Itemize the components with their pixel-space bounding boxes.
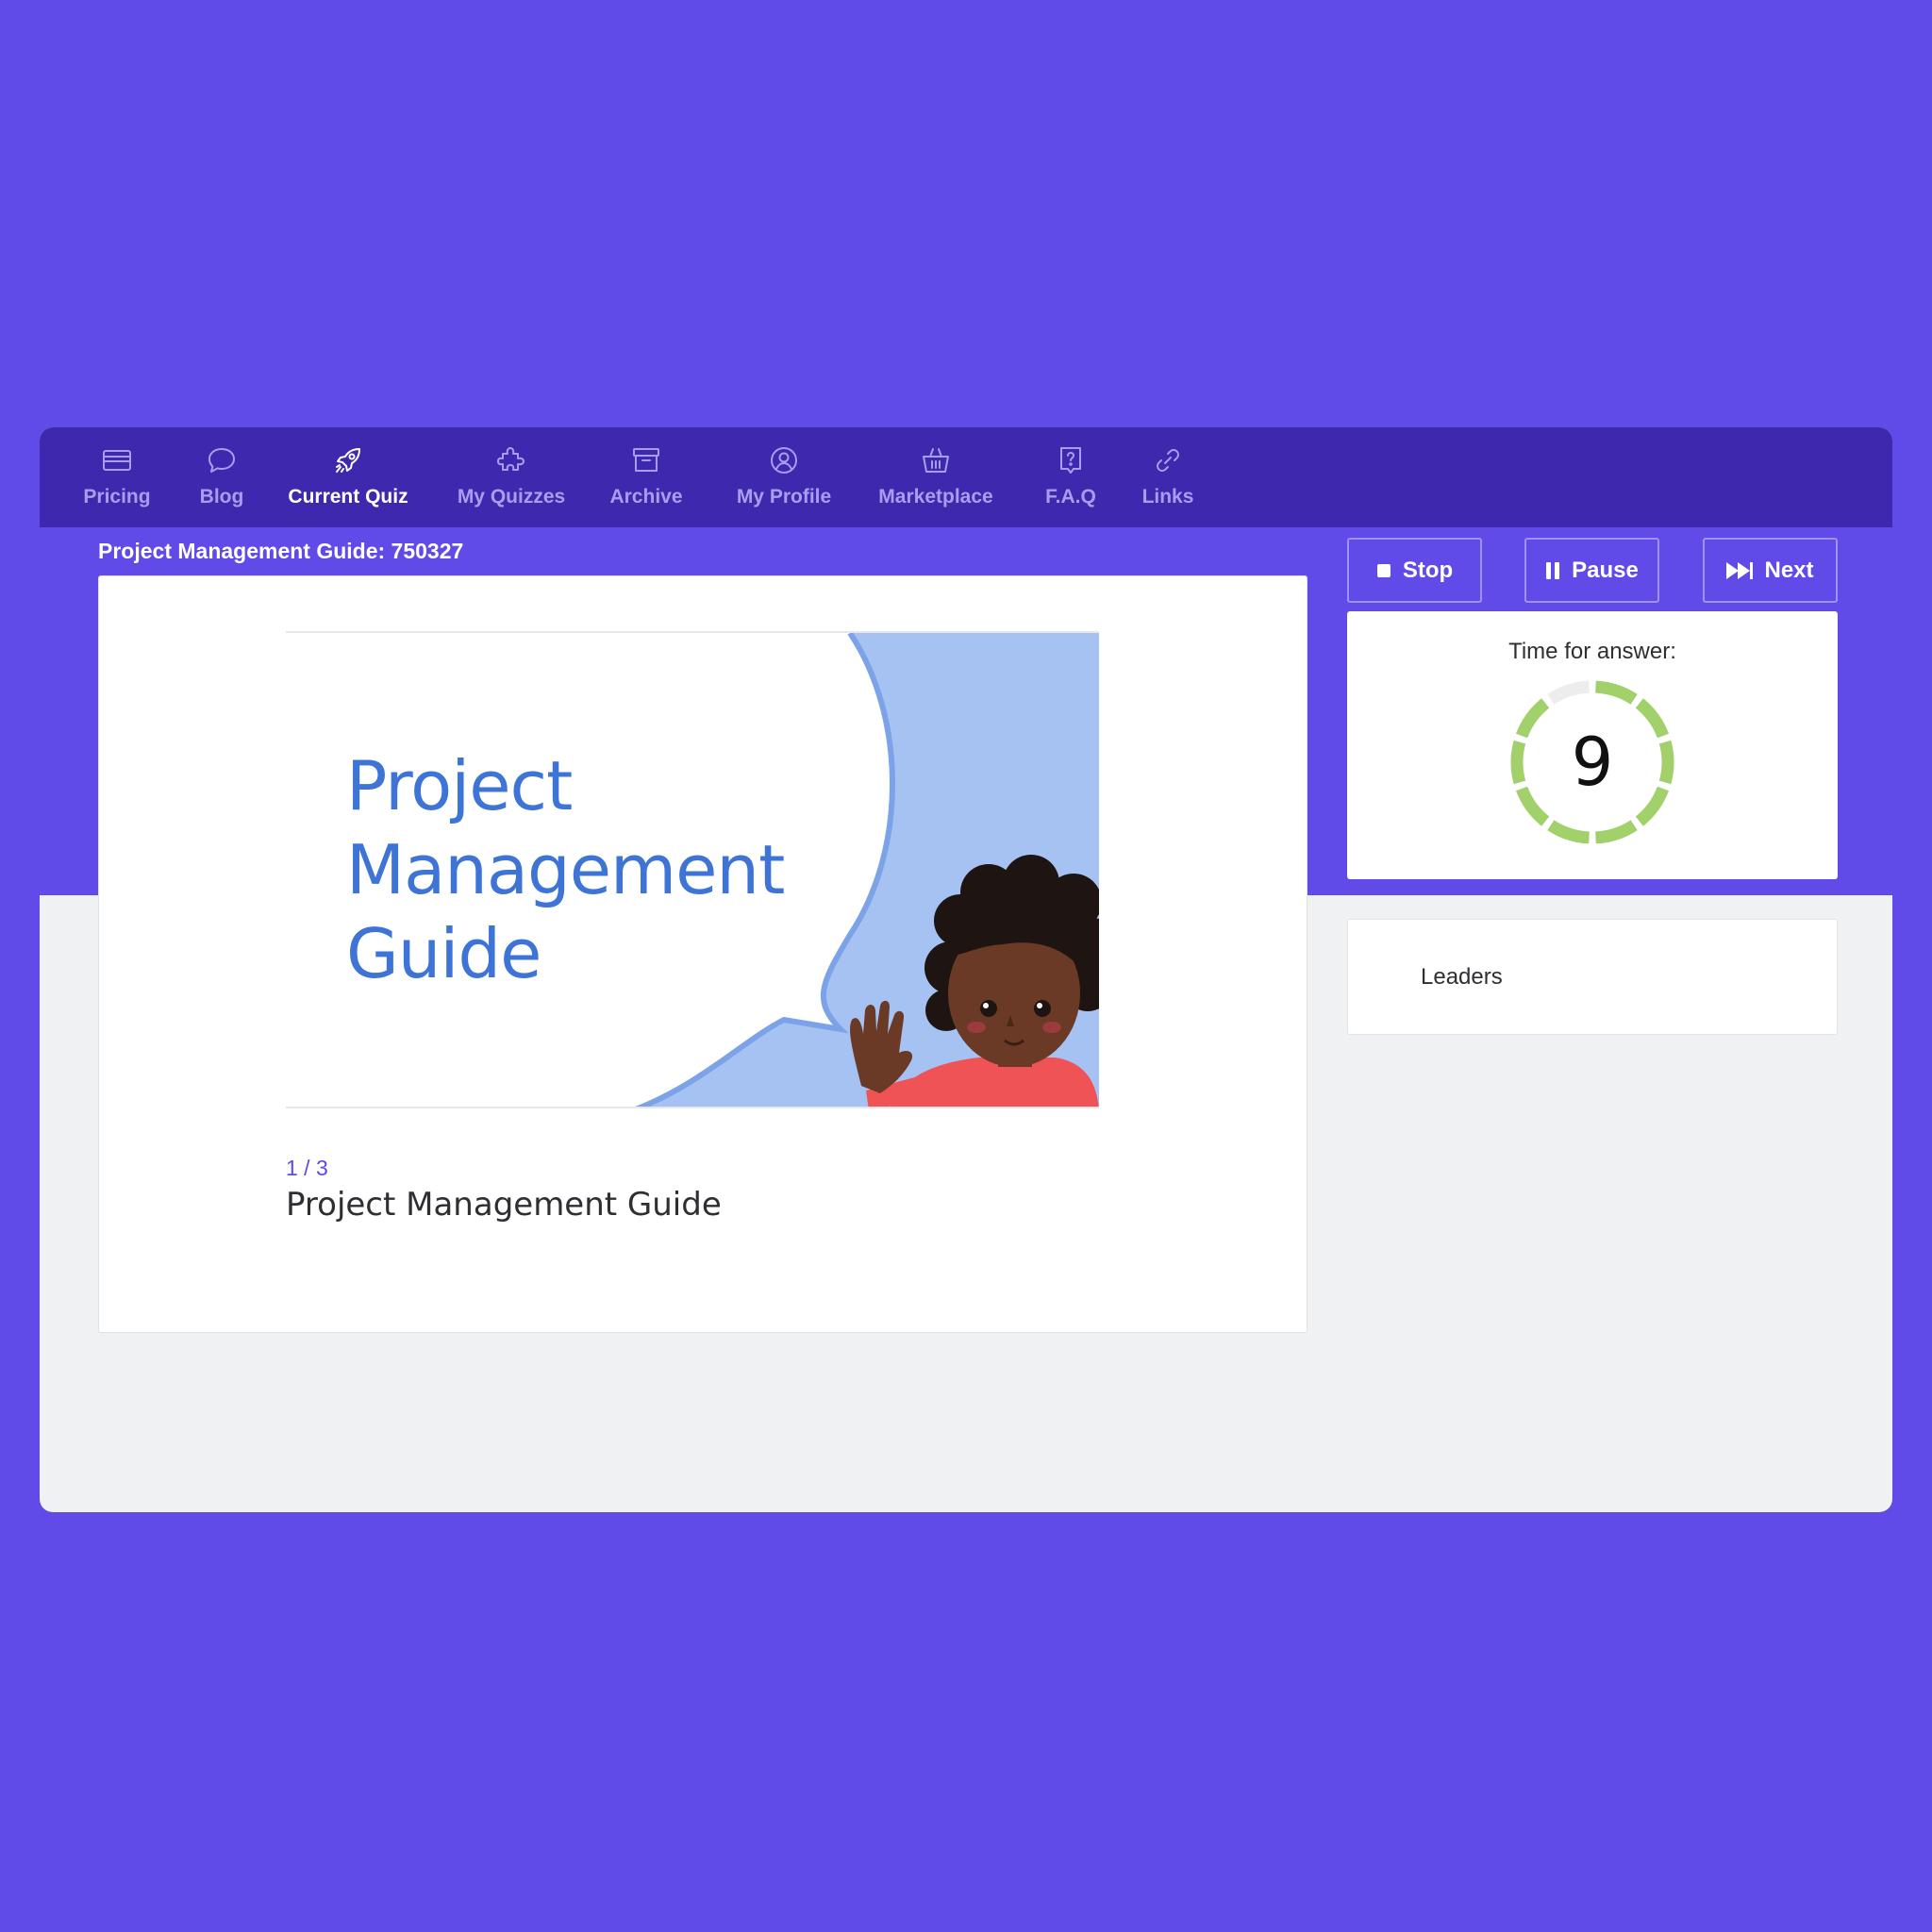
question-card: Project Management Guide 1 / 3 Project M…	[98, 575, 1307, 1333]
nav-label-archive: Archive	[609, 486, 683, 508]
stop-button-label: Stop	[1402, 557, 1454, 583]
quiz-title: Project Management Guide: 750327	[98, 539, 464, 563]
next-button-label: Next	[1764, 557, 1814, 583]
nav-label-links: Links	[1141, 486, 1194, 508]
leaders-panel: Leaders	[1347, 919, 1838, 1035]
puzzle-icon	[497, 447, 525, 471]
quiz-app-window: Pricing Blog Current Quiz My Quizzes Arc…	[40, 427, 1892, 1512]
stop-icon	[1376, 563, 1391, 577]
nav-label-faq: F.A.Q	[1045, 486, 1096, 508]
pause-button-label: Pause	[1572, 557, 1639, 583]
slide-heading: Project Management Guide	[346, 744, 837, 996]
nav-item-archive[interactable]: Archive	[608, 444, 684, 516]
archive-box-icon	[633, 448, 659, 472]
question-text: Project Management Guide	[286, 1186, 722, 1224]
timer-card: Time for answer: 9	[1347, 611, 1838, 879]
user-circle-icon	[771, 447, 797, 474]
next-button[interactable]: Next	[1703, 538, 1838, 603]
nav-label-pricing: Pricing	[83, 486, 151, 508]
link-icon	[1157, 449, 1179, 472]
rocket-icon	[336, 448, 360, 473]
fast-forward-icon	[1726, 561, 1754, 579]
nav-label-blog: Blog	[199, 486, 244, 508]
question-image: Project Management Guide	[286, 631, 1099, 1108]
basket-icon	[923, 448, 949, 473]
chat-bubble-icon	[208, 448, 235, 473]
slide-heading-line: Project	[346, 746, 573, 825]
timer-value: 9	[1571, 724, 1614, 801]
pause-icon	[1546, 561, 1560, 579]
nav-item-pricing[interactable]: Pricing	[73, 444, 161, 516]
nav-item-faq[interactable]: F.A.Q	[1042, 444, 1099, 516]
question-bubble-icon	[1060, 447, 1081, 474]
timer-label: Time for answer:	[1508, 639, 1676, 664]
nav-item-marketplace[interactable]: Marketplace	[873, 444, 999, 516]
nav-label-my-quizzes: My Quizzes	[457, 486, 566, 508]
question-counter: 1 / 3	[286, 1156, 328, 1180]
nav-item-current-quiz[interactable]: Current Quiz	[282, 444, 414, 516]
nav-item-my-profile[interactable]: My Profile	[732, 444, 836, 516]
main-navbar: Pricing Blog Current Quiz My Quizzes Arc…	[40, 427, 1892, 527]
nav-item-blog[interactable]: Blog	[189, 444, 255, 516]
nav-item-links[interactable]: Links	[1140, 444, 1196, 516]
nav-item-my-quizzes[interactable]: My Quizzes	[452, 444, 571, 516]
pricing-icon	[103, 450, 131, 471]
stop-button[interactable]: Stop	[1347, 538, 1482, 603]
pause-button[interactable]: Pause	[1524, 538, 1659, 603]
leaders-title: Leaders	[1421, 964, 1503, 990]
nav-label-marketplace: Marketplace	[878, 486, 993, 508]
nav-label-my-profile: My Profile	[736, 486, 832, 508]
slide-heading-line: Management	[346, 830, 785, 909]
nav-label-current-quiz: Current Quiz	[288, 486, 408, 508]
slide-heading-line: Guide	[346, 914, 541, 993]
